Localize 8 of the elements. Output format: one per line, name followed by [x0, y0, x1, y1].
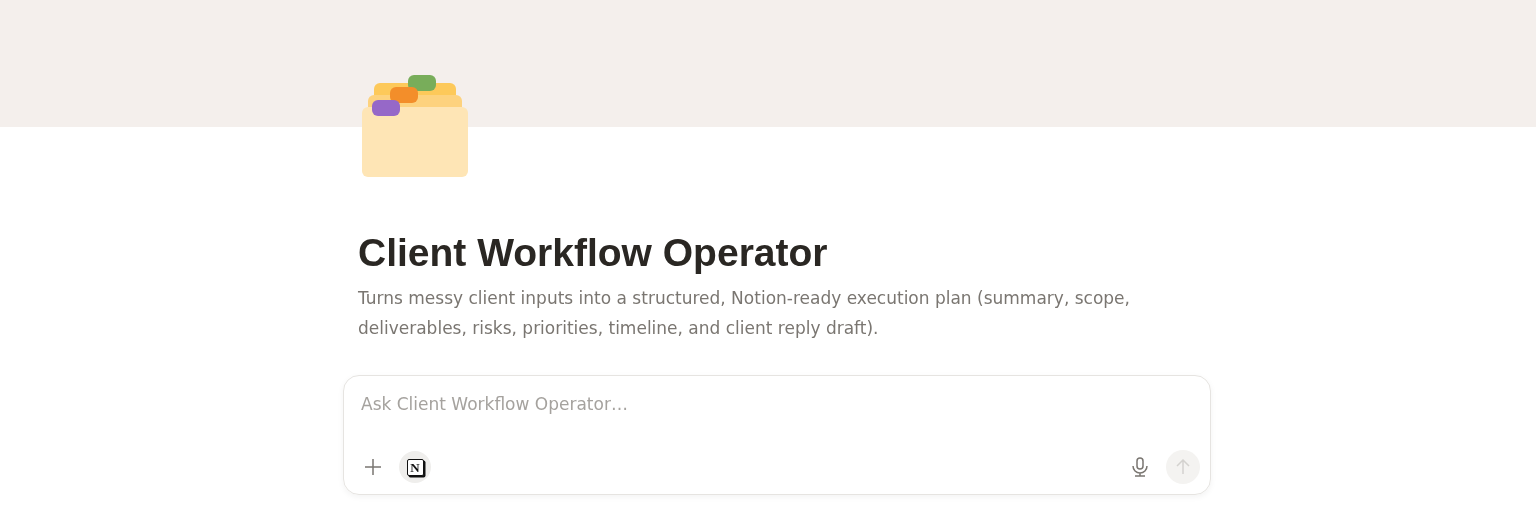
page-description: Turns messy client inputs into a structured, Notion-ready execution plan (summary, scope, deliverables, risks, priorities, timeline, and client reply draft). [358, 287, 1131, 340]
plus-icon [364, 458, 382, 476]
arrow-up-icon [1176, 459, 1190, 475]
page-title: Client Workflow Operator [358, 230, 829, 276]
folder-icon [362, 75, 470, 179]
connector-button[interactable]: N [399, 451, 431, 483]
microphone-icon [1131, 457, 1149, 477]
message-field[interactable]: Ask Client Workflow Operator… [361, 390, 1200, 418]
